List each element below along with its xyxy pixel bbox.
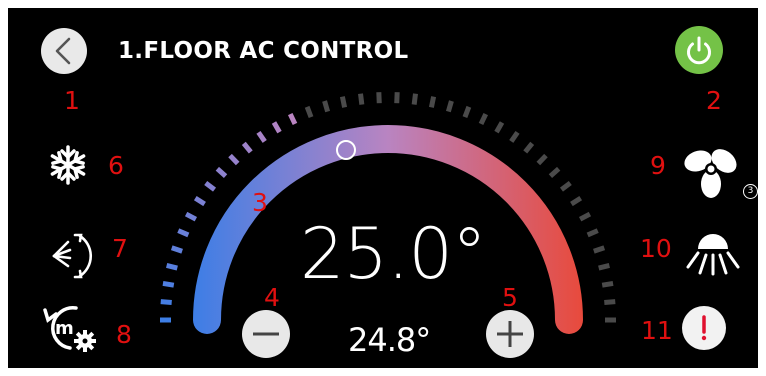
airflow-vane-icon[interactable]	[684, 233, 742, 277]
dial-tick	[166, 263, 178, 271]
alert-button[interactable]	[682, 306, 726, 350]
annotation-10: 10	[640, 234, 672, 263]
dial-tick	[494, 121, 505, 134]
dial-tick	[478, 112, 489, 126]
fan-icon[interactable]	[680, 140, 742, 198]
dial-tick	[204, 181, 217, 192]
annotation-7: 7	[112, 234, 128, 263]
dial-tick	[428, 96, 437, 108]
dial-tick	[604, 299, 616, 306]
ac-control-panel: 1.FLOOR AC CONTROL 25.0° 24.8° m 3 1 2 3…	[8, 8, 758, 368]
annotation-6: 6	[108, 151, 124, 180]
temperature-dial[interactable]	[8, 8, 758, 368]
increase-temperature-button[interactable]	[486, 310, 534, 358]
dial-tick	[287, 112, 298, 126]
plus-icon	[497, 321, 523, 347]
dial-tick	[177, 228, 190, 238]
dial-tick	[601, 280, 614, 288]
dial-tick	[271, 121, 282, 134]
dial-tick	[241, 141, 253, 154]
fan-speed-badge: 3	[743, 184, 758, 199]
dial-tick	[256, 130, 267, 143]
annotation-5: 5	[502, 283, 518, 312]
dial-tick	[160, 299, 172, 306]
annotation-1: 1	[64, 86, 80, 115]
dial-tick	[559, 181, 572, 192]
dial-tick	[358, 93, 365, 105]
annotation-9: 9	[650, 151, 666, 180]
dial-tick	[339, 96, 348, 108]
dial-tick	[193, 196, 206, 207]
dial-tick	[598, 263, 610, 271]
annotation-4: 4	[264, 283, 280, 312]
annotation-3: 3	[252, 188, 268, 217]
dial-tick	[462, 105, 472, 118]
decrease-temperature-button[interactable]	[242, 310, 290, 358]
snowflake-icon[interactable]	[46, 143, 90, 187]
dial-tick	[162, 280, 175, 288]
dial-tick	[523, 141, 535, 154]
dial-tick	[170, 245, 183, 254]
dial-tick	[322, 100, 331, 113]
dial-tick	[548, 166, 561, 178]
louver-swing-icon[interactable]	[50, 230, 96, 282]
set-temperature: 25.0°	[300, 213, 487, 295]
dial-tick	[215, 166, 228, 178]
dial-tick	[536, 153, 548, 166]
dial-tick	[411, 93, 418, 105]
dial-tick	[593, 245, 606, 254]
current-temperature: 24.8°	[348, 321, 431, 359]
dial-tick	[445, 100, 454, 113]
mode-schedule-gear-icon[interactable]: m	[40, 300, 98, 356]
dial-tick	[586, 228, 599, 238]
dial-tick	[228, 153, 240, 166]
dial-tick	[509, 130, 520, 143]
dial-tick	[184, 211, 198, 222]
minus-icon	[253, 332, 279, 336]
annotation-2: 2	[706, 86, 722, 115]
annotation-11: 11	[641, 316, 673, 345]
exclamation-icon	[701, 315, 707, 341]
annotation-8: 8	[116, 320, 132, 349]
dial-tick	[578, 211, 592, 222]
dial-tick	[304, 105, 314, 118]
svg-text:m: m	[55, 318, 74, 339]
dial-tick	[570, 196, 583, 207]
